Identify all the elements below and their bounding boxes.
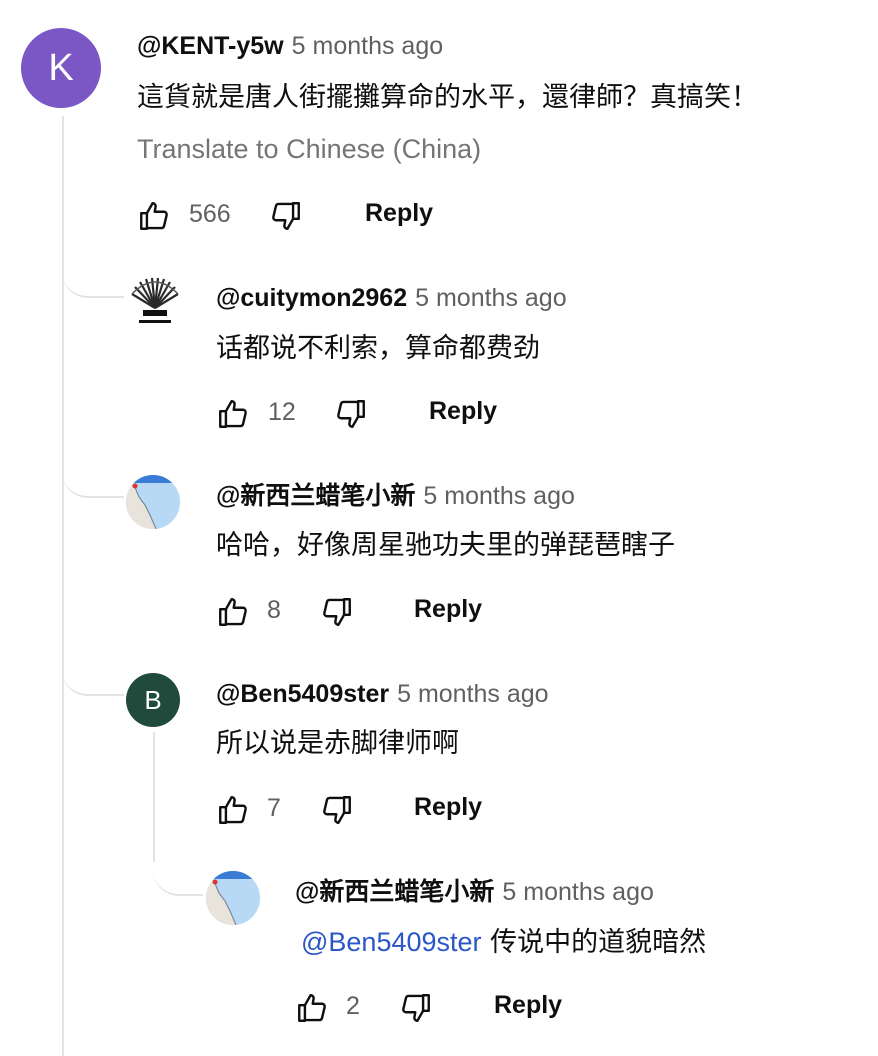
comment-actions: 2 Reply (292, 988, 692, 1028)
avatar[interactable] (126, 272, 184, 330)
like-count: 566 (189, 200, 231, 228)
avatar-letter: B (144, 684, 162, 715)
avatar[interactable]: B (126, 673, 180, 727)
reply-button[interactable]: Reply (494, 991, 562, 1020)
dislike-button[interactable] (317, 592, 357, 632)
avatar-image (131, 277, 179, 323)
thread-connector (62, 656, 124, 696)
like-button[interactable] (292, 988, 332, 1028)
thumbs-up-icon (140, 202, 168, 230)
like-count: 2 (346, 992, 360, 1020)
comment-header: @新西兰蜡笔小新 5 months ago (216, 480, 575, 512)
avatar[interactable]: K (21, 28, 101, 108)
reply-button[interactable]: Reply (365, 199, 433, 228)
thumbs-up-icon (219, 796, 247, 824)
dislike-button[interactable] (396, 988, 436, 1028)
thumbs-down-icon (323, 598, 351, 626)
comment-actions: 566 Reply (134, 196, 534, 236)
comment-body: 传说中的道貌暗然 (481, 927, 707, 958)
dislike-button[interactable] (317, 790, 357, 830)
comment-text: 哈哈，好像周星驰功夫里的弹琵琶瞎子 (216, 530, 675, 561)
thumbs-up-icon (219, 598, 247, 626)
reply-button[interactable]: Reply (429, 397, 497, 426)
timestamp[interactable]: 5 months ago (502, 878, 654, 906)
comment: K @KENT-y5w 5 months ago 這貨就是唐人街擺攤算命的水平，還… (0, 0, 878, 250)
reply-button[interactable]: Reply (414, 595, 482, 624)
comment-header: @新西兰蜡笔小新 5 months ago (295, 876, 654, 908)
avatar-letter: K (48, 46, 74, 89)
thumbs-up-icon (298, 994, 326, 1022)
thread-connector (62, 458, 124, 498)
comment-reply: @新西兰蜡笔小新 5 months ago @Ben5409ster 传说中的道貌… (0, 0, 878, 1022)
comment-text: 這貨就是唐人街擺攤算命的水平，還律師？真搞笑！ (137, 82, 758, 113)
map-avatar-image (126, 475, 180, 529)
like-count: 7 (267, 794, 281, 822)
translate-link[interactable]: Translate to Chinese (China) (137, 134, 481, 165)
avatar[interactable] (206, 871, 260, 925)
avatar[interactable] (126, 475, 180, 529)
comment-actions: 7 Reply (213, 790, 613, 830)
map-avatar-image (206, 871, 260, 925)
author-name[interactable]: @新西兰蜡笔小新 (216, 482, 415, 510)
like-button[interactable] (213, 394, 253, 434)
comment-header: @Ben5409ster 5 months ago (216, 678, 549, 710)
dislike-button[interactable] (331, 394, 371, 434)
author-name[interactable]: @cuitymon2962 (216, 284, 407, 312)
timestamp[interactable]: 5 months ago (292, 32, 444, 60)
thread-connector (153, 856, 203, 896)
thread-connector (62, 258, 124, 298)
thumbs-down-icon (402, 994, 430, 1022)
author-name[interactable]: @新西兰蜡笔小新 (295, 878, 494, 906)
thumbs-down-icon (272, 202, 300, 230)
thumbs-down-icon (323, 796, 351, 824)
comment-header: @cuitymon2962 5 months ago (216, 282, 567, 314)
like-button[interactable] (213, 592, 253, 632)
author-name[interactable]: @Ben5409ster (216, 680, 389, 708)
thumbs-down-icon (337, 400, 365, 428)
dislike-button[interactable] (266, 196, 306, 236)
comment-actions: 8 Reply (213, 592, 613, 632)
comment-actions: 12 Reply (213, 394, 613, 434)
like-count: 8 (267, 596, 281, 624)
thumbs-up-icon (219, 400, 247, 428)
author-name[interactable]: @KENT-y5w (137, 32, 284, 60)
like-button[interactable] (213, 790, 253, 830)
timestamp[interactable]: 5 months ago (397, 680, 549, 708)
thread-line-main (62, 116, 64, 1056)
like-button[interactable] (134, 196, 174, 236)
thread-line-sub (153, 732, 155, 862)
like-count: 12 (268, 398, 296, 426)
mention-link[interactable]: @Ben5409ster (301, 927, 482, 957)
comment-header: @KENT-y5w 5 months ago (137, 30, 443, 62)
comment-text: @Ben5409ster 传说中的道貌暗然 (301, 924, 706, 961)
timestamp[interactable]: 5 months ago (423, 482, 575, 510)
reply-button[interactable]: Reply (414, 793, 482, 822)
comment-text: 所以说是赤脚律师啊 (216, 728, 459, 759)
comment-text: 话都说不利索，算命都费劲 (216, 333, 540, 364)
timestamp[interactable]: 5 months ago (415, 284, 567, 312)
